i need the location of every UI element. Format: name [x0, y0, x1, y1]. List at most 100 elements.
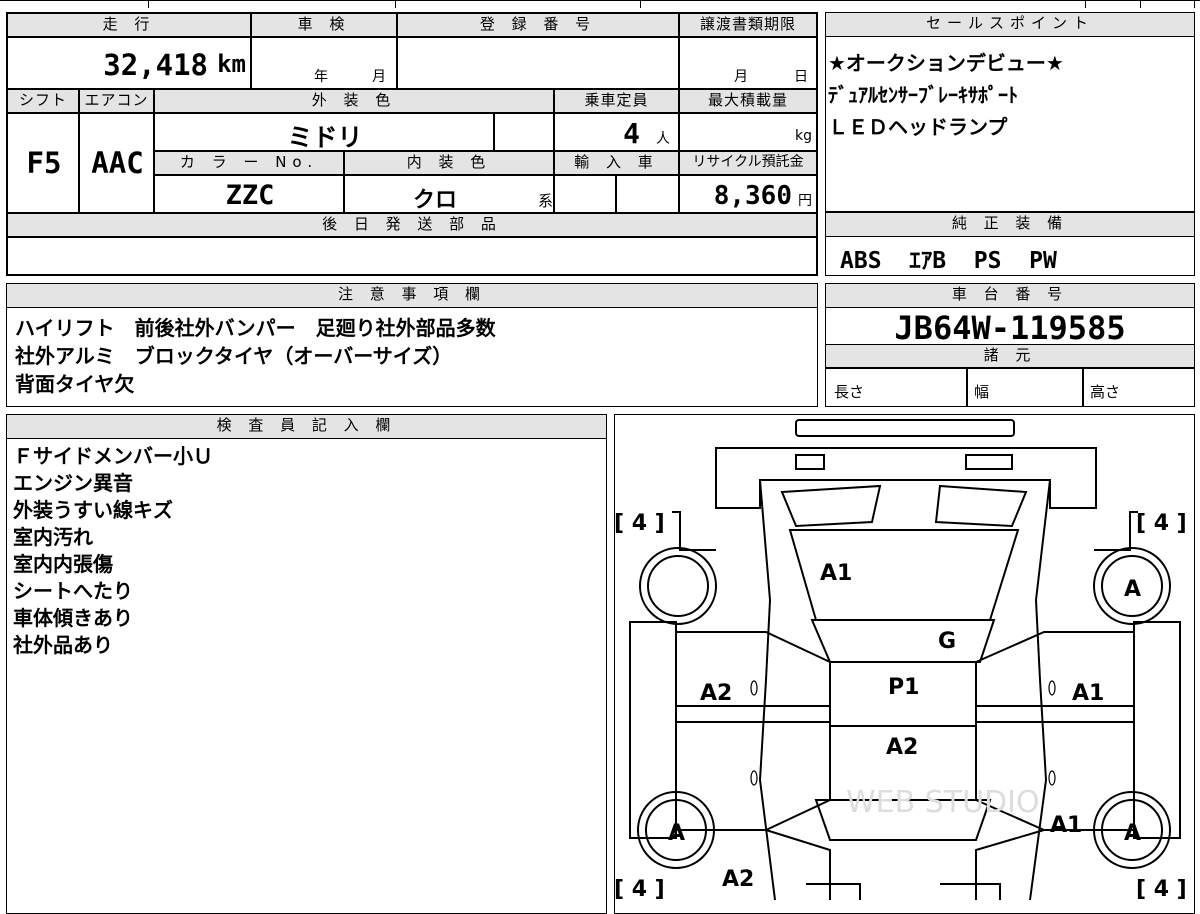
tire-bracket-br: [ 4 ] [1136, 877, 1187, 902]
wheel-rear-left [639, 547, 717, 625]
ac-value: AAC [91, 146, 144, 180]
import-cell-b [616, 175, 679, 213]
zero-mark-d [1048, 770, 1056, 786]
recycle-label: リサイクル預託金 [679, 151, 817, 175]
wheel-fr-code: A [1124, 577, 1141, 602]
registration-label: 登 録 番 号 [397, 13, 679, 37]
length-label: 長さ [834, 383, 865, 401]
windshield-panel [810, 619, 996, 663]
capacity-label: 乗車定員 [554, 89, 679, 113]
capacity-value: 4 [623, 117, 640, 150]
interior-color-suffix: 系 [537, 192, 553, 210]
chassis-label: 車 台 番 号 [825, 283, 1195, 308]
tire-bracket-tr-line [1094, 511, 1138, 551]
transfer-deadline-cell: 月 日 [679, 37, 817, 89]
mileage-unit: km [217, 50, 246, 78]
max-load-unit: kg [795, 128, 812, 144]
specs-label: 諸 元 [825, 344, 1195, 368]
rear-window-right [934, 484, 1028, 528]
roof-rear-code: A2 [886, 735, 918, 760]
import-cell-a [554, 175, 616, 213]
recycle-value: 8,360 [713, 181, 792, 211]
equipment-box: 純 正 装 備 ABS ｴｱB PS PW [825, 212, 1195, 276]
exterior-color-extra-cell [494, 113, 554, 151]
rear-right-door-code: A1 [1050, 813, 1082, 838]
shift-value: F5 [26, 146, 62, 180]
recycle-unit: 円 [798, 193, 812, 209]
equipment-label: 純 正 装 備 [825, 212, 1195, 237]
deadline-day-unit: 日 [794, 69, 808, 85]
exterior-color-value: ミドリ [287, 123, 363, 152]
sales-point-box: セールスポイント ★オークションデビュー★ ﾃﾞｭｱﾙｾﾝｻｰﾌﾞﾚｰｷｻﾎﾟｰ… [825, 12, 1195, 212]
front-right-door-code: A1 [1072, 681, 1104, 706]
color-no-value: ZZC [225, 180, 275, 211]
car-diagram-box: WEB STUDIO [ 4 ] [ 4 ] [ 4 ] [ 4 ] A A A… [614, 414, 1195, 914]
rear-lamp-left [795, 454, 825, 470]
color-no-label: カ ラ ー No. [154, 151, 344, 175]
windshield-code: G [938, 629, 956, 654]
ac-cell: AAC [79, 113, 154, 213]
exterior-color-cell: ミドリ [154, 113, 494, 152]
exterior-color-label: 外 装 色 [154, 89, 554, 113]
left-door-line [676, 705, 830, 723]
right-step-frame [1133, 621, 1181, 839]
rear-spoiler-shape [795, 419, 1015, 437]
roof-code: P1 [888, 675, 919, 700]
tire-bracket-tl: [ 4 ] [614, 511, 665, 536]
tire-bracket-bl: [ 4 ] [614, 877, 665, 902]
transfer-deadline-label: 譲渡書類期限 [679, 13, 817, 37]
zero-mark-a [750, 680, 758, 696]
width-cell: 幅 [967, 368, 1083, 407]
recycle-cell: 8,360 円 [679, 175, 817, 213]
wheel-rl-code: A [668, 821, 685, 846]
inspector-box: 検 査 員 記 入 欄 Ｆサイドメンバー小Ｕ エンジン異音 外装うすい線キズ 室… [6, 414, 607, 914]
mileage-cell: 32,418 km [7, 37, 251, 89]
inspector-text: Ｆサイドメンバー小Ｕ エンジン異音 外装うすい線キズ 室内汚れ 室内内張傷 シー… [13, 444, 213, 657]
import-label: 輸 入 車 [554, 151, 679, 175]
shift-cell: F5 [7, 113, 79, 213]
wheel-rr-code: A [1124, 821, 1141, 846]
max-load-label: 最大積載量 [679, 89, 817, 113]
chassis-number: JB64W-119585 [894, 309, 1126, 347]
interior-color-cell: クロ 系 [344, 175, 554, 213]
interior-color-value: クロ [412, 188, 457, 213]
height-label: 高さ [1090, 383, 1121, 401]
capacity-cell: 4 人 [554, 113, 679, 151]
chassis-box: 車 台 番 号 JB64W-119585 諸 元 長さ 幅 高さ [825, 283, 1195, 407]
tire-bracket-tr: [ 4 ] [1136, 511, 1187, 536]
hood-code: A1 [820, 561, 852, 586]
left-step-frame [629, 621, 677, 839]
front-left-door-code: A2 [700, 681, 732, 706]
inspection-year-unit: 年 [314, 69, 328, 85]
notes-box: 注 意 事 項 欄 ハイリフト 前後社外バンパー 足廻り社外部品多数 社外アルミ… [6, 283, 818, 407]
inspection-label: 車 検 [251, 13, 397, 37]
registration-cell [397, 37, 679, 89]
later-parts-label: 後 日 発 送 部 品 [7, 213, 817, 237]
shift-label: シフト [7, 89, 79, 113]
sales-point-label: セールスポイント [825, 12, 1195, 37]
interior-color-label: 内 装 色 [344, 151, 554, 175]
front-bumper-stubs [806, 883, 1001, 900]
inspection-month-unit: 月 [372, 69, 386, 85]
tire-bracket-tl-line [672, 511, 716, 551]
length-cell: 長さ [825, 368, 967, 407]
sales-point-text: ★オークションデビュー★ ﾃﾞｭｱﾙｾﾝｻｰﾌﾞﾚｰｷｻﾎﾟｰﾄ ＬＥＤヘッドラ… [828, 51, 1064, 139]
equipment-items: ABS ｴｱB PS PW [840, 248, 1057, 274]
inspector-label: 検 査 員 記 入 欄 [6, 414, 607, 439]
watermark-text: WEB STUDIO [846, 785, 1040, 820]
wheel-rear-left-inner [647, 555, 709, 617]
color-no-cell: ZZC [154, 175, 344, 213]
notes-label: 注 意 事 項 欄 [6, 283, 818, 308]
rear-window-left [780, 484, 882, 528]
height-cell: 高さ [1083, 368, 1195, 407]
rear-bumper-shape [715, 447, 1097, 509]
right-door-line [976, 705, 1134, 723]
mileage-value: 32,418 [103, 48, 208, 82]
zero-mark-b [750, 770, 758, 786]
max-load-cell: kg [679, 113, 817, 151]
later-parts-cell [7, 237, 817, 275]
top-stub-row [0, 0, 1200, 8]
width-label: 幅 [974, 383, 990, 401]
rear-lamp-right [965, 454, 1013, 470]
mileage-label: 走 行 [7, 13, 251, 37]
